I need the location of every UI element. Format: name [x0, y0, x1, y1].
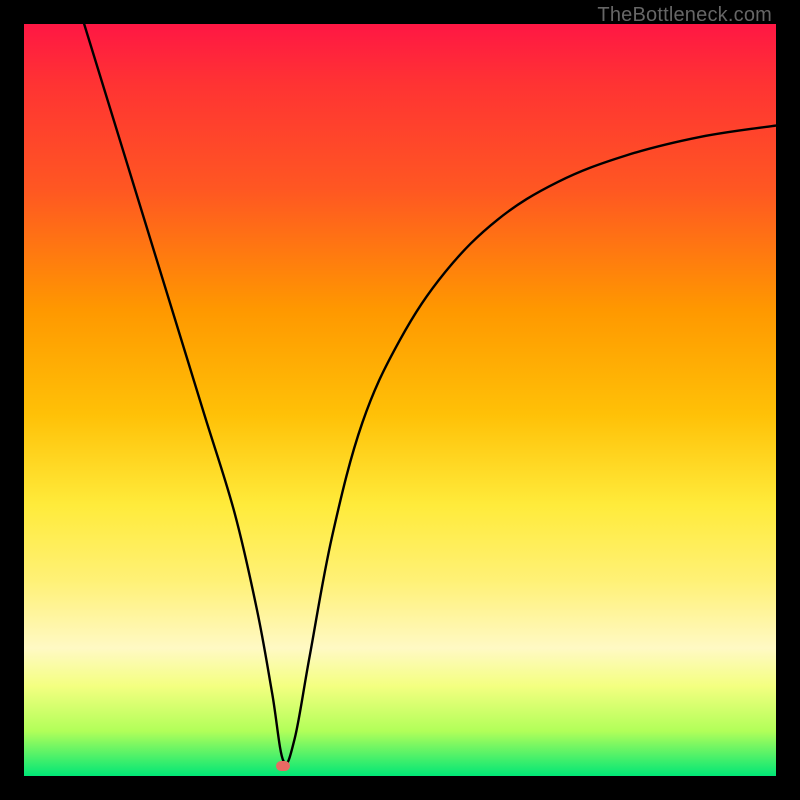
minimum-marker — [276, 761, 290, 771]
bottleneck-curve — [24, 24, 776, 776]
chart-frame: TheBottleneck.com — [0, 0, 800, 800]
plot-area — [24, 24, 776, 776]
attribution-label: TheBottleneck.com — [597, 4, 772, 27]
